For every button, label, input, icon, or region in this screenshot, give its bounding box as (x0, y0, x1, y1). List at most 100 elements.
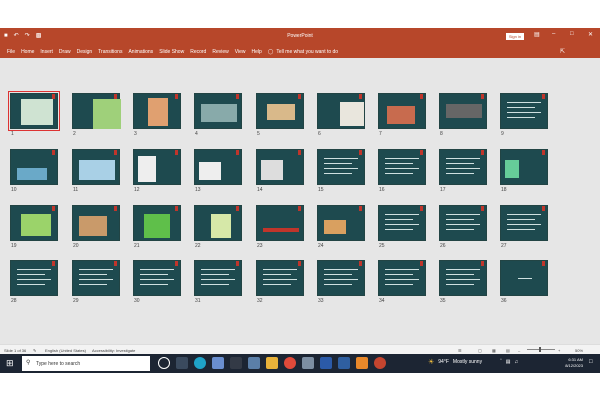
slide-corner-tag (114, 206, 117, 211)
slide-thumbnail[interactable] (133, 260, 181, 296)
slide-thumbnail[interactable] (194, 205, 242, 241)
tab-animations[interactable]: Animations (128, 49, 153, 55)
tab-design[interactable]: Design (77, 49, 93, 55)
reading-view-icon[interactable]: ▤ (506, 348, 510, 353)
normal-view-icon[interactable]: ▢ (478, 348, 482, 353)
spellcheck-icon[interactable]: ✎ (33, 348, 36, 353)
slide-thumbnail[interactable] (10, 260, 58, 296)
slide-thumbnail[interactable] (439, 93, 487, 129)
slide-thumbnail[interactable] (72, 260, 120, 296)
slide-thumbnail[interactable] (317, 149, 365, 185)
tab-slide-show[interactable]: Slide Show (159, 49, 184, 55)
slide-thumbnail[interactable] (133, 149, 181, 185)
slide-thumbnail[interactable] (378, 205, 426, 241)
zoom-out-icon[interactable]: – (518, 348, 520, 353)
edge-icon[interactable] (194, 357, 206, 369)
slide-text-line (385, 224, 419, 225)
close-icon[interactable]: ✕ (588, 31, 593, 38)
slide-thumbnail[interactable] (317, 205, 365, 241)
store-icon[interactable] (230, 357, 242, 369)
clock[interactable]: 6:31 AM 8/12/2023 (553, 357, 583, 369)
tab-help[interactable]: Help (251, 49, 261, 55)
accessibility-status[interactable]: Accessibility: Investigate (92, 348, 135, 353)
slide-thumbnail[interactable] (500, 260, 548, 296)
notifications-icon[interactable]: □ (589, 359, 593, 365)
settings-icon[interactable] (212, 357, 224, 369)
taskbar-apps (158, 357, 386, 369)
slide-thumbnail[interactable] (378, 93, 426, 129)
slide-thumbnail[interactable] (378, 260, 426, 296)
tray-overflow-icon[interactable]: ˆ (500, 359, 502, 365)
slide-thumbnail[interactable] (194, 93, 242, 129)
taskbar-search[interactable]: ⚲ Type here to search (22, 356, 150, 371)
share-icon[interactable]: ⇱ (560, 48, 565, 55)
signin-button[interactable]: Sign in (506, 33, 524, 40)
slide-corner-tag (114, 150, 117, 155)
slide-thumbnail[interactable] (133, 93, 181, 129)
lightbulb-icon: ◯ (267, 49, 274, 55)
zoom-in-icon[interactable]: + (558, 348, 560, 353)
zoom-level[interactable]: 50% (575, 348, 583, 353)
slide-thumbnail[interactable] (72, 149, 120, 185)
zoom-thumb[interactable] (539, 347, 541, 352)
weather-temp[interactable]: 94°F (438, 359, 449, 365)
slide-thumbnail[interactable] (72, 93, 121, 129)
slide-picture (387, 106, 415, 124)
tell-me-box[interactable]: ◯ Tell me what you want to do (268, 49, 338, 55)
outlook-icon[interactable] (338, 357, 350, 369)
slide-picture (261, 160, 283, 180)
ribbon-display-icon[interactable]: ▤ (534, 31, 540, 38)
file-explorer-icon[interactable] (266, 357, 278, 369)
slide-thumbnail[interactable] (72, 205, 120, 241)
slide-thumbnail[interactable] (378, 149, 426, 185)
tab-insert[interactable]: Insert (40, 49, 53, 55)
slide-thumbnail[interactable] (256, 205, 304, 241)
slide-thumbnail[interactable] (256, 260, 304, 296)
slide-thumbnail[interactable] (500, 149, 548, 185)
task-view-icon[interactable] (176, 357, 188, 369)
notes-icon[interactable]: ☰ (458, 348, 462, 353)
sorter-view-icon[interactable]: ▦ (492, 348, 496, 353)
word-icon[interactable] (320, 357, 332, 369)
slide-thumbnail[interactable] (500, 93, 548, 129)
tab-review[interactable]: Review (212, 49, 228, 55)
weather-text[interactable]: Mostly sunny (453, 359, 482, 365)
language-status[interactable]: English (United States) (45, 348, 86, 353)
slide-thumbnail[interactable] (317, 260, 365, 296)
slide-thumbnail[interactable] (439, 260, 487, 296)
slide-text-line (446, 219, 474, 220)
minimize-icon[interactable]: – (552, 31, 555, 37)
tab-record[interactable]: Record (190, 49, 206, 55)
app-icon[interactable] (302, 357, 314, 369)
slide-thumbnail[interactable] (10, 205, 58, 241)
tab-file[interactable]: File (7, 49, 15, 55)
cortana-icon[interactable] (158, 357, 170, 369)
tab-draw[interactable]: Draw (59, 49, 71, 55)
tab-view[interactable]: View (235, 49, 246, 55)
slide-text-line (385, 219, 413, 220)
slide-corner-tag (236, 94, 239, 99)
photos-icon[interactable] (248, 357, 260, 369)
slide-number: 23 (257, 243, 263, 249)
slide-thumbnail[interactable] (10, 149, 58, 185)
slide-thumbnail[interactable] (8, 91, 60, 131)
network-icon[interactable]: ▤ (506, 359, 511, 365)
slide-thumbnail[interactable] (317, 93, 365, 129)
windows-start-icon[interactable]: ⊞ (6, 358, 14, 369)
slide-thumbnail[interactable] (256, 93, 304, 129)
volume-icon[interactable]: ♫ (515, 359, 519, 365)
chrome-icon[interactable] (284, 357, 296, 369)
slide-thumbnail[interactable] (133, 205, 181, 241)
slide-thumbnail[interactable] (439, 205, 487, 241)
vlc-icon[interactable] (356, 357, 368, 369)
slide-thumbnail[interactable] (194, 260, 242, 296)
tab-home[interactable]: Home (21, 49, 34, 55)
slide-thumbnail[interactable] (194, 149, 242, 185)
powerpoint-icon[interactable] (374, 357, 386, 369)
tab-transitions[interactable]: Transitions (98, 49, 122, 55)
restore-icon[interactable]: □ (570, 31, 574, 37)
zoom-slider[interactable] (527, 347, 555, 352)
slide-thumbnail[interactable] (500, 205, 548, 241)
slide-thumbnail[interactable] (439, 149, 487, 185)
slide-thumbnail[interactable] (256, 149, 304, 185)
